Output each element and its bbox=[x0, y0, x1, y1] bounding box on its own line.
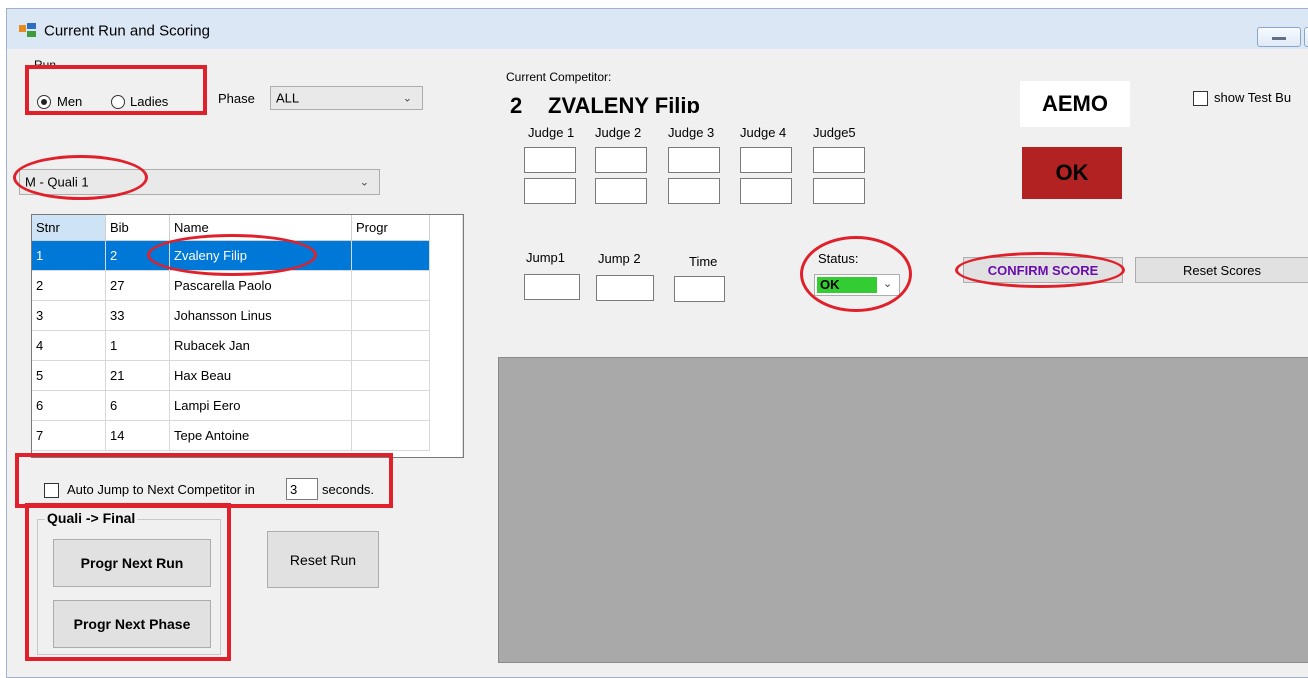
display-panel bbox=[498, 357, 1308, 663]
competitor-name: ZVALENY Filip bbox=[548, 93, 700, 113]
progr-next-phase-button[interactable]: Progr Next Phase bbox=[53, 600, 211, 648]
phase-label: Phase bbox=[218, 91, 255, 106]
competitor-bib: 2 bbox=[510, 93, 523, 113]
grid-scrollbar[interactable]: ⌃ ⌄ bbox=[462, 215, 463, 457]
progr-next-run-button[interactable]: Progr Next Run bbox=[53, 539, 211, 587]
jump1-input[interactable] bbox=[524, 274, 580, 300]
judge-5-label: Judge5 bbox=[813, 125, 856, 140]
column-header-progr[interactable]: Progr bbox=[352, 215, 430, 241]
reset-run-button[interactable]: Reset Run bbox=[267, 531, 379, 588]
judge-5-score-b[interactable] bbox=[813, 178, 865, 204]
table-row-5-name[interactable]: Hax Beau bbox=[170, 361, 352, 391]
table-row-7-bib[interactable]: 14 bbox=[106, 421, 170, 451]
judge-4-score-a[interactable] bbox=[740, 147, 792, 173]
table-row-3-bib[interactable]: 33 bbox=[106, 301, 170, 331]
jump2-input[interactable] bbox=[596, 275, 654, 301]
table-row-3-stnr[interactable]: 3 bbox=[32, 301, 106, 331]
show-test-label: show Test Bu bbox=[1214, 90, 1292, 105]
table-row-7-name[interactable]: Tepe Antoine bbox=[170, 421, 352, 451]
radio-ladies[interactable] bbox=[111, 95, 125, 109]
judge-1-score-b[interactable] bbox=[524, 178, 576, 204]
judge-5-score-a[interactable] bbox=[813, 147, 865, 173]
time-label: Time bbox=[689, 254, 718, 269]
table-row-1-progr[interactable] bbox=[352, 241, 430, 271]
app-window-icon bbox=[19, 23, 36, 37]
chevron-down-icon: ⌄ bbox=[402, 92, 412, 105]
table-row-4-name[interactable]: Rubacek Jan bbox=[170, 331, 352, 361]
table-row-4-stnr[interactable]: 4 bbox=[32, 331, 106, 361]
table-row-6-stnr[interactable]: 6 bbox=[32, 391, 106, 421]
table-row-3-name[interactable]: Johansson Linus bbox=[170, 301, 352, 331]
table-row-2-progr[interactable] bbox=[352, 271, 430, 301]
progression-group-label: Quali -> Final bbox=[45, 510, 138, 526]
table-row-6-progr[interactable] bbox=[352, 391, 430, 421]
auto-jump-seconds-input[interactable]: 3 bbox=[286, 478, 318, 500]
aemo-label: AEMO bbox=[1020, 81, 1130, 127]
table-row-2-name[interactable]: Pascarella Paolo bbox=[170, 271, 352, 301]
judge-3-score-b[interactable] bbox=[668, 178, 720, 204]
auto-jump-suffix: seconds. bbox=[322, 482, 375, 497]
table-row-5-progr[interactable] bbox=[352, 361, 430, 391]
table-row-2-stnr[interactable]: 2 bbox=[32, 271, 106, 301]
phase-select-value: ALL bbox=[276, 90, 300, 106]
table-row-6-name[interactable]: Lampi Eero bbox=[170, 391, 352, 421]
radio-ladies-label: Ladies bbox=[130, 94, 169, 109]
selected-name-highlight-oval bbox=[147, 234, 317, 276]
run-select-highlight-oval bbox=[13, 155, 148, 200]
aemo-ok-indicator: OK bbox=[1022, 147, 1122, 199]
table-row-7-progr[interactable] bbox=[352, 421, 430, 451]
jump2-label: Jump 2 bbox=[598, 251, 641, 266]
radio-men[interactable] bbox=[37, 95, 51, 109]
current-competitor-label: Current Competitor: bbox=[506, 70, 612, 84]
column-header-stnr[interactable]: Stnr bbox=[32, 215, 106, 241]
judge-1-label: Judge 1 bbox=[528, 125, 575, 140]
auto-jump-seconds-value: 3 bbox=[290, 482, 298, 497]
judge-3-label: Judge 3 bbox=[668, 125, 715, 140]
judge-2-label: Judge 2 bbox=[595, 125, 642, 140]
phase-select[interactable]: ALL ⌄ bbox=[270, 86, 423, 110]
title-bar: Current Run and Scoring bbox=[7, 9, 1308, 49]
judge-2-score-b[interactable] bbox=[595, 178, 647, 204]
table-row-1-stnr[interactable]: 1 bbox=[32, 241, 106, 271]
judge-4-score-b[interactable] bbox=[740, 178, 792, 204]
radio-men-label: Men bbox=[57, 94, 83, 109]
auto-jump-label: Auto Jump to Next Competitor in bbox=[67, 482, 255, 497]
minimize-icon bbox=[1272, 37, 1286, 40]
column-header-bib[interactable]: Bib bbox=[106, 215, 170, 241]
table-row-7-stnr[interactable]: 7 bbox=[32, 421, 106, 451]
jump1-label: Jump1 bbox=[526, 250, 566, 265]
chevron-down-icon: ⌄ bbox=[359, 176, 369, 189]
table-row-4-bib[interactable]: 1 bbox=[106, 331, 170, 361]
judge-4-label: Judge 4 bbox=[740, 125, 787, 140]
table-row-5-bib[interactable]: 21 bbox=[106, 361, 170, 391]
app-window: Current Run and Scoring Run Men Ladies P… bbox=[6, 8, 1308, 678]
time-input[interactable] bbox=[674, 276, 725, 302]
table-row-4-progr[interactable] bbox=[352, 331, 430, 361]
table-row-2-bib[interactable]: 27 bbox=[106, 271, 170, 301]
confirm-highlight-oval bbox=[955, 252, 1125, 288]
maximize-button[interactable] bbox=[1304, 27, 1308, 47]
auto-jump-checkbox[interactable] bbox=[44, 483, 59, 498]
minimize-button[interactable] bbox=[1257, 27, 1301, 47]
status-highlight-oval bbox=[800, 236, 912, 312]
judge-3-score-a[interactable] bbox=[668, 147, 720, 173]
table-row-5-stnr[interactable]: 5 bbox=[32, 361, 106, 391]
window-title: Current Run and Scoring bbox=[44, 22, 210, 40]
judge-2-score-a[interactable] bbox=[595, 147, 647, 173]
auto-jump-highlight-rect bbox=[15, 453, 393, 508]
show-test-checkbox[interactable] bbox=[1193, 91, 1208, 106]
table-row-3-progr[interactable] bbox=[352, 301, 430, 331]
judge-1-score-a[interactable] bbox=[524, 147, 576, 173]
reset-scores-button[interactable]: Reset Scores bbox=[1135, 257, 1308, 283]
table-row-6-bib[interactable]: 6 bbox=[106, 391, 170, 421]
